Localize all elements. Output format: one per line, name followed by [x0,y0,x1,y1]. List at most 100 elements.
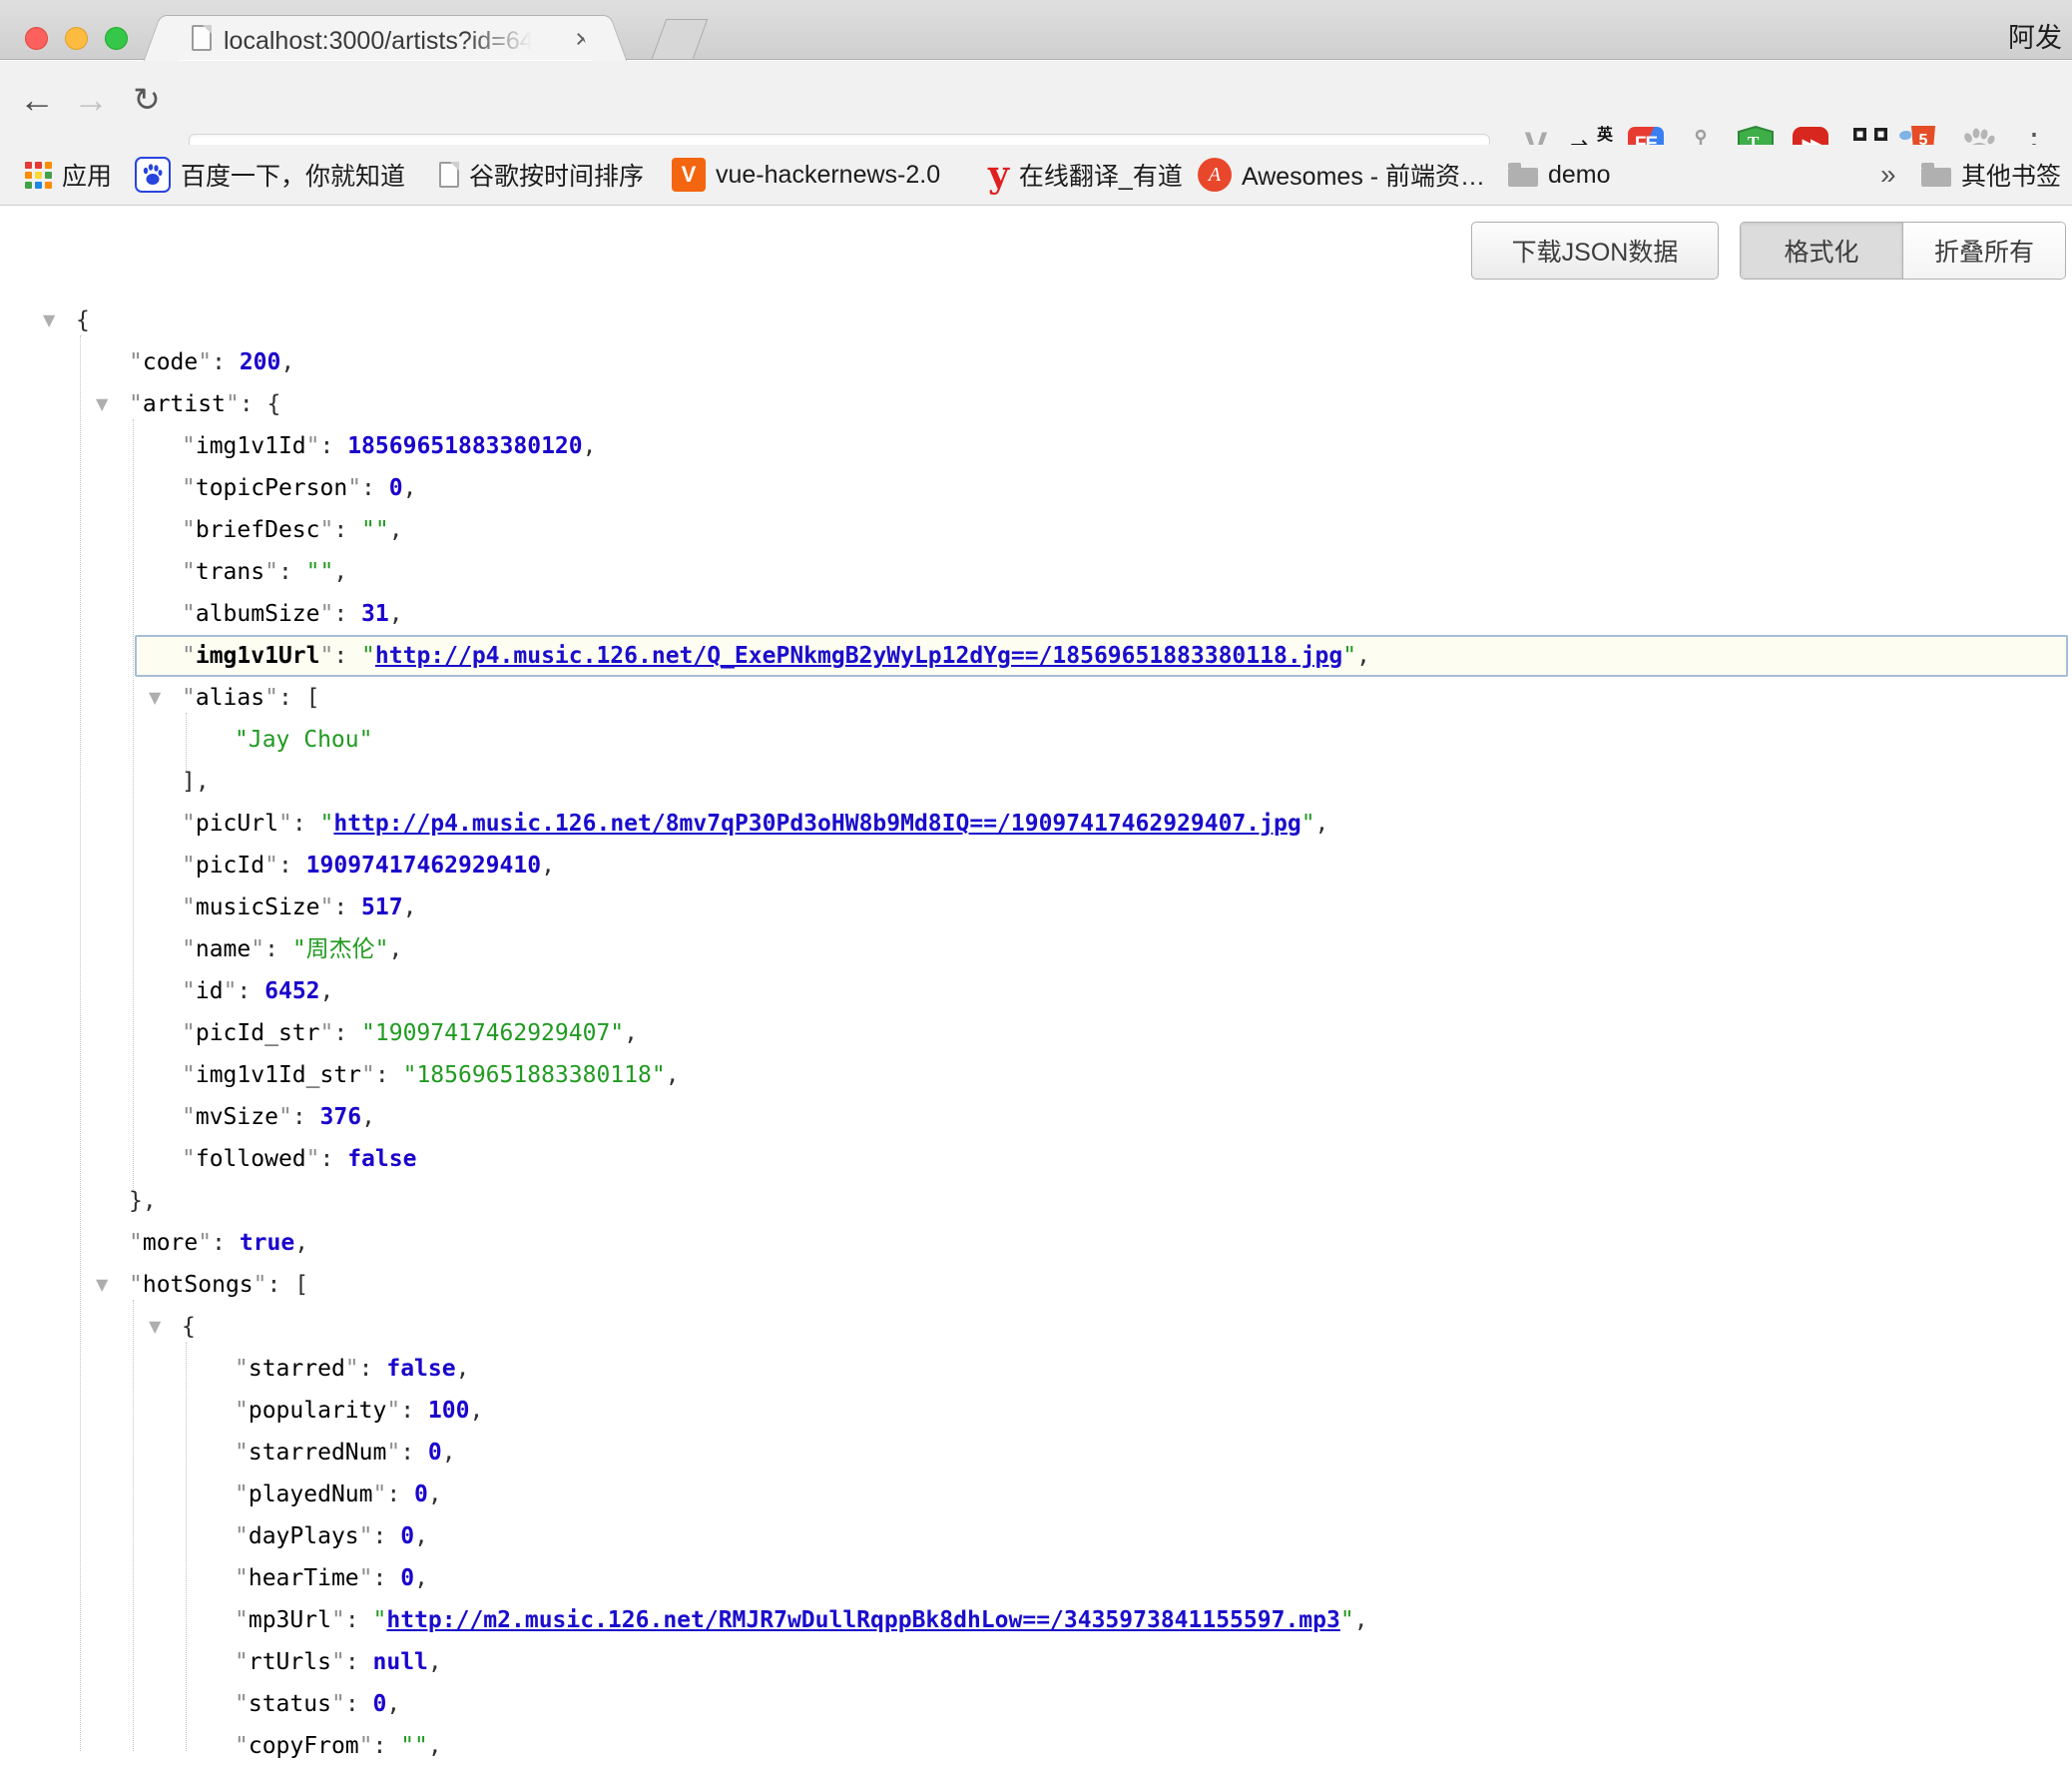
json-line: "starredNum": 0, [0,1432,2072,1473]
bookmark-vue-hackernews[interactable]: V vue-hackernews-2.0 [672,145,940,205]
bookmark-google-sort[interactable]: 谷歌按时间排序 [439,145,644,205]
folder-icon [1508,168,1538,187]
reload-button[interactable]: ↻ [122,75,172,125]
json-line: "followed": false [0,1138,2072,1180]
json-number-value: false [386,1356,455,1382]
json-line: ▼"hotSongs": [ [0,1264,2072,1306]
new-tab-button[interactable] [652,19,709,59]
bookmark-label: 谷歌按时间排序 [469,157,644,193]
json-line: "Jay Chou" [0,719,2072,761]
apps-grid-icon [25,162,52,189]
bookmark-label: 百度一下，你就知道 [181,157,405,193]
json-link-url[interactable]: http://p4.music.126.net/Q_ExePNkmgB2yWyL… [375,643,1342,669]
collapse-all-button[interactable]: 折叠所有 [1903,223,2065,279]
json-number-value: 0 [414,1481,428,1507]
json-line: ], [0,761,2072,803]
json-link-url[interactable]: http://m2.music.126.net/RMJR7wDullRqppBk… [386,1607,1339,1633]
bookmark-baidu[interactable]: 百度一下，你就知道 [135,145,405,205]
collapse-toggle-icon[interactable]: ▼ [149,677,161,719]
browser-toolbar: ← → ↻ i localhost:3000/artists?id=6452 ☆… [0,61,2072,145]
json-string-value: "" [306,559,334,585]
json-number-value: 0 [400,1523,414,1549]
tab-top-border [172,15,599,16]
json-line: "img1v1Id": 18569651883380120, [0,425,2072,467]
json-string-value: "周杰伦" [292,936,389,962]
json-line-highlighted: "img1v1Url": "http://p4.music.126.net/Q_… [135,635,2068,677]
json-number-value: null [373,1649,428,1675]
back-button[interactable]: ← [12,75,62,125]
json-string-value: "" [361,517,389,543]
json-line: "more": true, [0,1222,2072,1264]
awesomes-icon: A [1198,158,1232,192]
bird-icon [1899,131,1911,140]
json-number-value: 19097417462929410 [306,853,541,879]
collapse-toggle-icon[interactable]: ▼ [96,383,108,425]
bookmark-label: Awesomes - 前端资… [1242,157,1485,193]
json-number-value: 376 [320,1104,362,1130]
json-line: ▼"alias": [ [0,677,2072,719]
json-line: "mp3Url": "http://m2.music.126.net/RMJR7… [0,1599,2072,1641]
bookmark-label: vue-hackernews-2.0 [716,161,940,190]
view-mode-segmented-control: 格式化 折叠所有 [1740,222,2066,280]
json-line: "picUrl": "http://p4.music.126.net/8mv7q… [0,803,2072,845]
collapse-toggle-icon[interactable]: ▼ [96,1264,108,1306]
folder-icon [1921,168,1951,187]
json-line: "mvSize": 376, [0,1096,2072,1138]
bookmark-awesomes[interactable]: A Awesomes - 前端资… [1198,145,1485,205]
baidu-paw [141,163,165,187]
format-button[interactable]: 格式化 [1741,223,1903,279]
browser-profile-name[interactable]: 阿发 [2008,16,2062,55]
page-favicon-icon [192,25,212,51]
json-number-value: 18569651883380120 [347,433,582,459]
json-number-value: 0 [373,1691,387,1717]
json-string-value: "Jay Chou" [235,727,372,753]
bookmark-label: demo [1548,161,1611,190]
json-line: "name": "周杰伦", [0,928,2072,970]
window-zoom-button[interactable] [105,27,128,50]
json-line: "id": 6452, [0,970,2072,1012]
json-number-value: true [240,1230,294,1256]
json-string-value: "" [400,1733,428,1759]
json-line: "popularity": 100, [0,1390,2072,1432]
bookmark-youdao[interactable]: y 在线翻译_有道 [988,145,1183,205]
page-icon [439,162,459,188]
json-string-value: "18569651883380118" [403,1062,666,1088]
json-line: "playedNum": 0, [0,1473,2072,1515]
forward-button: → [66,75,116,125]
json-number-value: 6452 [264,978,319,1004]
json-number-value: 517 [361,894,403,920]
youdao-icon: y [988,160,1009,190]
translate-badge: 英 [1597,121,1613,145]
download-json-button[interactable]: 下载JSON数据 [1471,222,1719,280]
collapse-toggle-icon[interactable]: ▼ [43,299,55,341]
bookmarks-overflow-icon[interactable]: » [1880,145,1896,205]
json-number-value: 31 [361,601,389,627]
json-link-url[interactable]: http://p4.music.126.net/8mv7qP30Pd3oHW8b… [333,811,1300,837]
json-line: "topicPerson": 0, [0,467,2072,509]
json-number-value: 0 [389,475,403,501]
browser-tab[interactable]: localhost:3000/artists?id=645 × [166,15,605,60]
page-content: 下载JSON数据 格式化 折叠所有 ▼{"code": 200,▼"artist… [0,207,2072,1751]
json-number-value: 0 [428,1440,442,1466]
json-line: "briefDesc": "", [0,509,2072,551]
other-bookmarks-folder[interactable]: 其他书签 [1921,145,2061,205]
tab-close-icon[interactable]: × [575,24,591,55]
vue-icon: V [672,158,706,192]
bookmark-apps[interactable]: 应用 [25,145,112,205]
window-minimize-button[interactable] [65,27,88,50]
json-line: ▼{ [0,1306,2072,1348]
json-line: }, [0,1180,2072,1222]
json-line: "dayPlays": 0, [0,1515,2072,1557]
collapse-toggle-icon[interactable]: ▼ [149,1306,161,1348]
json-line: "musicSize": 517, [0,886,2072,928]
json-number-value: 200 [240,349,281,375]
json-line: "trans": "", [0,551,2072,593]
json-line: "img1v1Id_str": "18569651883380118", [0,1054,2072,1096]
json-viewer: ▼{"code": 200,▼"artist": {"img1v1Id": 18… [0,299,2072,1751]
json-number-value: 100 [428,1398,470,1424]
window-close-button[interactable] [25,27,48,50]
bookmark-demo-folder[interactable]: demo [1508,145,1611,205]
json-line: "picId_str": "19097417462929407", [0,1012,2072,1054]
titlebar: localhost:3000/artists?id=645 × 阿发 [0,0,2072,60]
bookmark-label: 在线翻译_有道 [1019,157,1183,193]
